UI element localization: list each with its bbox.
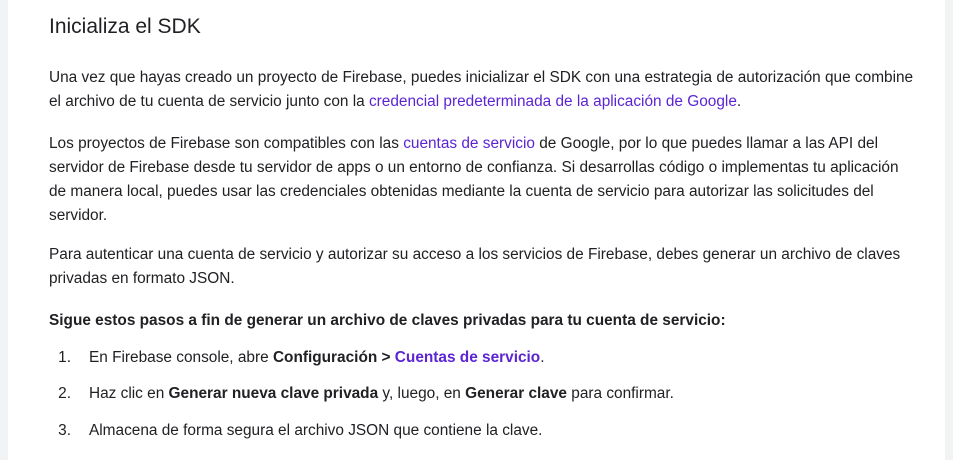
settings-menu-label: Configuración >	[272, 349, 395, 366]
intro-end: .	[736, 93, 742, 110]
step-number: 2.	[58, 385, 71, 402]
google-credentials-link[interactable]: credencial predeterminada de la aplicaci…	[369, 93, 737, 110]
steps-intro: Sigue estos pasos a fin de generar un ar…	[49, 312, 726, 329]
service-accounts-link[interactable]: cuentas de servicio	[403, 135, 535, 152]
service-accounts-text-before: Los proyectos de Firebase son compatible…	[49, 135, 404, 152]
list-item: 1. En Firebase console, abre Configuració…	[49, 346, 544, 370]
step-number: 3.	[58, 422, 71, 439]
intro-paragraph: Una vez que hayas creado un proyecto de …	[49, 66, 919, 114]
list-item: 3. Almacena de forma segura el archivo JS…	[49, 419, 542, 443]
service-accounts-console-link[interactable]: Cuentas de servicio	[395, 349, 540, 366]
confirm-key-label: Generar clave	[465, 385, 567, 402]
authenticate-paragraph: Para autenticar una cuenta de servicio y…	[49, 246, 901, 287]
section-heading: Inicializa el SDK	[49, 15, 201, 38]
document-page: Inicializa el SDK Una vez que hayas crea…	[8, 0, 945, 460]
generate-key-label: Generar nueva clave privada	[168, 385, 379, 402]
step-number: 1.	[58, 349, 71, 366]
list-item: 2. Haz clic en Generar nueva clave privad…	[49, 382, 674, 406]
service-accounts-paragraph: Los proyectos de Firebase son compatible…	[49, 132, 919, 228]
